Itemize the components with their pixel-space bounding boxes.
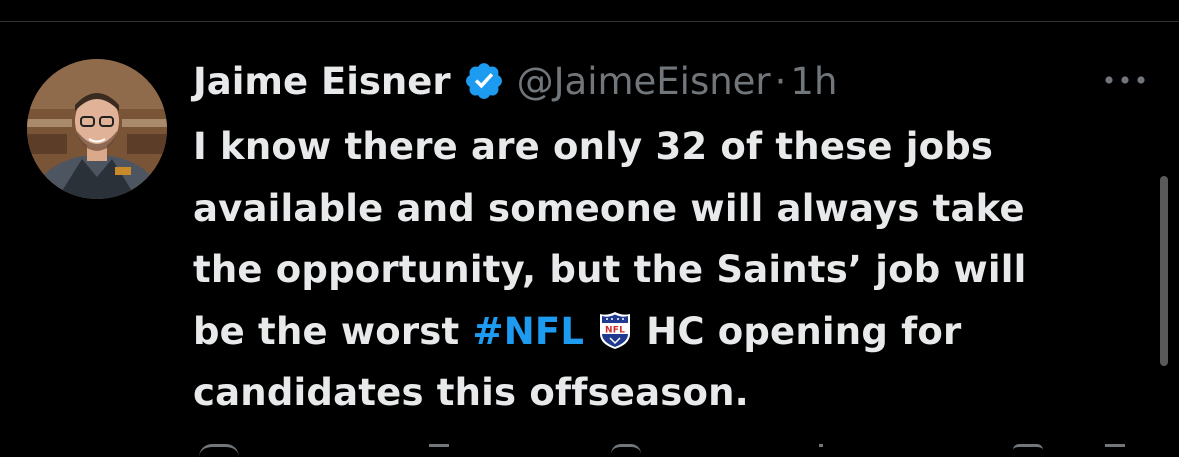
tweet-action-row — [193, 444, 1143, 454]
reply-icon[interactable] — [199, 444, 239, 457]
tweet-timestamp[interactable]: 1h — [790, 60, 837, 103]
verified-badge-icon — [463, 60, 505, 102]
retweet-icon[interactable] — [429, 444, 449, 457]
avatar[interactable] — [27, 59, 167, 199]
hashtag-link[interactable]: #NFL — [473, 310, 585, 353]
tweet-text-line: I know there are only 32 of these jobs — [193, 125, 994, 168]
tweet-text-line: candidates this offseason. — [193, 371, 749, 414]
top-divider — [0, 21, 1179, 22]
nfl-shield-emoji: NFL — [598, 307, 632, 349]
tweet-text-segment: HC opening for — [646, 309, 962, 353]
svg-text:NFL: NFL — [605, 325, 625, 335]
more-options-icon[interactable] — [1100, 62, 1150, 98]
views-icon[interactable] — [819, 444, 823, 457]
author-handle[interactable]: @JaimeEisner — [517, 60, 771, 103]
tweet-header: Jaime Eisner @JaimeEisner · 1h — [193, 57, 837, 105]
separator-dot: · — [774, 59, 787, 103]
like-icon[interactable] — [611, 444, 641, 457]
tweet-text-line: the opportunity, but the Saints’ job wil… — [193, 248, 1027, 291]
scrollbar[interactable] — [1160, 176, 1168, 366]
bookmark-icon[interactable] — [1013, 444, 1043, 457]
author-name[interactable]: Jaime Eisner — [193, 60, 451, 103]
tweet-text: I know there are only 32 of these jobs a… — [193, 116, 1143, 424]
tweet-text-segment: be the worst — [193, 309, 460, 353]
share-icon[interactable] — [1105, 444, 1125, 457]
tweet-text-line: available and someone will always take — [193, 186, 1025, 230]
tweet-text-line: be the worst #NFL NFL HC opening for — [193, 301, 1143, 363]
